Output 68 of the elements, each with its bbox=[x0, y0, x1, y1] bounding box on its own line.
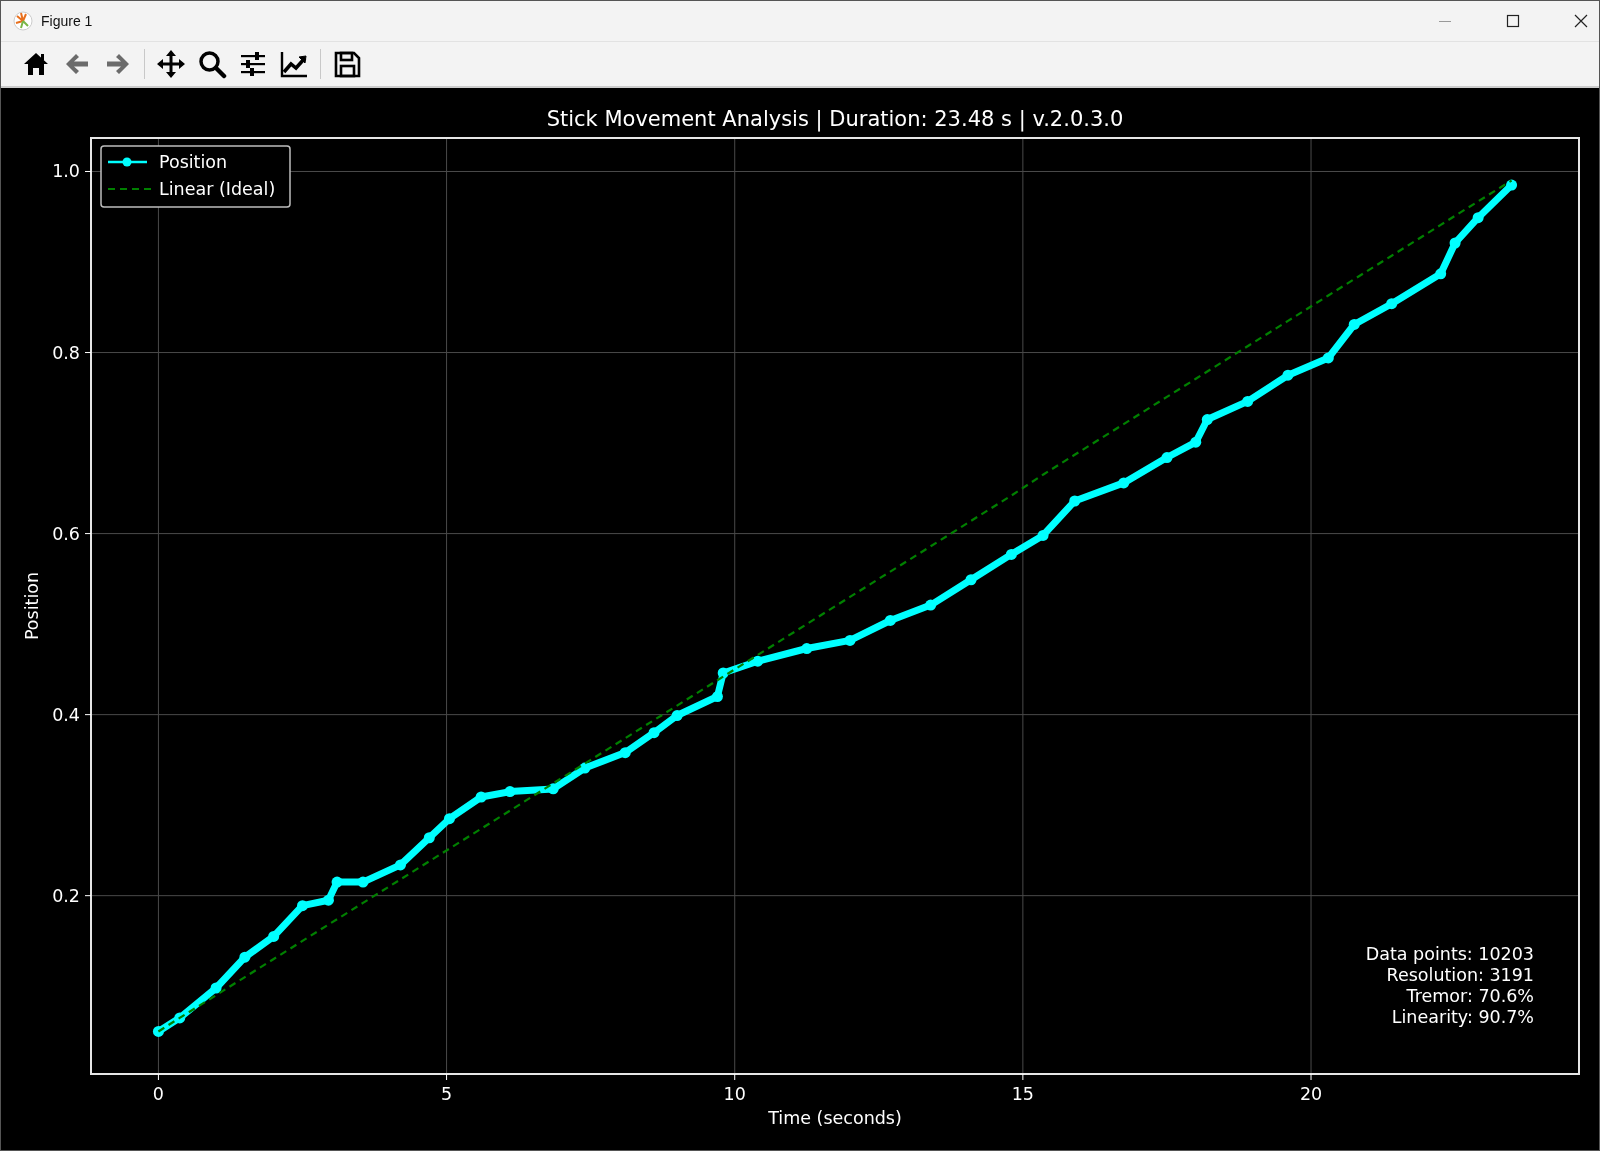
point bbox=[925, 599, 937, 611]
point bbox=[1435, 268, 1447, 280]
point bbox=[1348, 318, 1360, 330]
point bbox=[671, 710, 683, 722]
point bbox=[711, 691, 723, 703]
window-title: Figure 1 bbox=[41, 13, 93, 29]
x-tick-label: 5 bbox=[441, 1084, 453, 1104]
point bbox=[801, 643, 813, 655]
legend-label: Linear (Ideal) bbox=[159, 179, 276, 199]
move-arrows-icon[interactable] bbox=[156, 49, 186, 79]
point bbox=[752, 655, 764, 667]
point bbox=[239, 951, 251, 963]
chart-title: Stick Movement Analysis | Duration: 23.48 s | v.2.0.3.0 bbox=[546, 107, 1124, 131]
close-icon[interactable] bbox=[1573, 13, 1589, 29]
stats-text: Data points: 10203 bbox=[1365, 944, 1534, 964]
y-tick-label: 0.2 bbox=[52, 885, 80, 906]
y-axis-label: Position bbox=[22, 571, 42, 641]
x-axis-label: Time (seconds) bbox=[768, 1108, 902, 1128]
y-tick-label: 1.0 bbox=[52, 161, 80, 182]
point bbox=[619, 747, 631, 759]
point bbox=[648, 727, 660, 739]
point bbox=[965, 574, 977, 586]
y-tick-label: 0.8 bbox=[52, 342, 80, 363]
point bbox=[357, 876, 369, 888]
point bbox=[1161, 452, 1173, 464]
point bbox=[443, 813, 455, 825]
stats-text: Tremor: 70.6% bbox=[1406, 986, 1534, 1006]
point bbox=[1118, 477, 1130, 489]
x-tick-label: 0 bbox=[152, 1084, 164, 1104]
point bbox=[394, 859, 406, 871]
x-tick-label: 20 bbox=[1299, 1084, 1323, 1104]
point bbox=[1449, 237, 1461, 249]
point bbox=[1242, 395, 1254, 407]
point bbox=[322, 894, 334, 906]
point bbox=[1386, 298, 1398, 310]
point bbox=[1005, 548, 1017, 560]
point bbox=[1282, 369, 1294, 381]
point bbox=[1472, 212, 1484, 224]
maximize-icon[interactable] bbox=[1505, 13, 1521, 29]
app-logo-icon bbox=[13, 11, 33, 31]
point bbox=[475, 791, 487, 803]
point bbox=[844, 634, 856, 646]
point bbox=[1322, 352, 1334, 364]
legend-marker-line bbox=[108, 157, 147, 167]
y-tick-label: 0.4 bbox=[52, 704, 80, 725]
point bbox=[1037, 529, 1049, 541]
save-icon[interactable] bbox=[332, 49, 362, 79]
legend-label: Position bbox=[159, 152, 228, 172]
point bbox=[268, 930, 280, 942]
point bbox=[1201, 414, 1213, 426]
x-tick-label: 15 bbox=[1011, 1084, 1034, 1104]
y-tick-label: 0.6 bbox=[52, 523, 80, 544]
x-tick-label: 10 bbox=[723, 1084, 746, 1104]
stats-text: Resolution: 3191 bbox=[1386, 965, 1534, 985]
point bbox=[1506, 179, 1518, 191]
point bbox=[331, 876, 343, 888]
point bbox=[210, 982, 222, 994]
point bbox=[504, 786, 516, 798]
search-icon[interactable] bbox=[197, 49, 227, 79]
point bbox=[1069, 495, 1081, 507]
point bbox=[884, 614, 896, 626]
stats-text: Linearity: 90.7% bbox=[1391, 1007, 1534, 1027]
point bbox=[1190, 436, 1202, 448]
sliders-icon[interactable] bbox=[238, 49, 268, 79]
point bbox=[297, 900, 308, 912]
point bbox=[423, 832, 435, 844]
line-chart-icon[interactable] bbox=[279, 49, 309, 79]
legend-dashed-line bbox=[107, 188, 152, 190]
